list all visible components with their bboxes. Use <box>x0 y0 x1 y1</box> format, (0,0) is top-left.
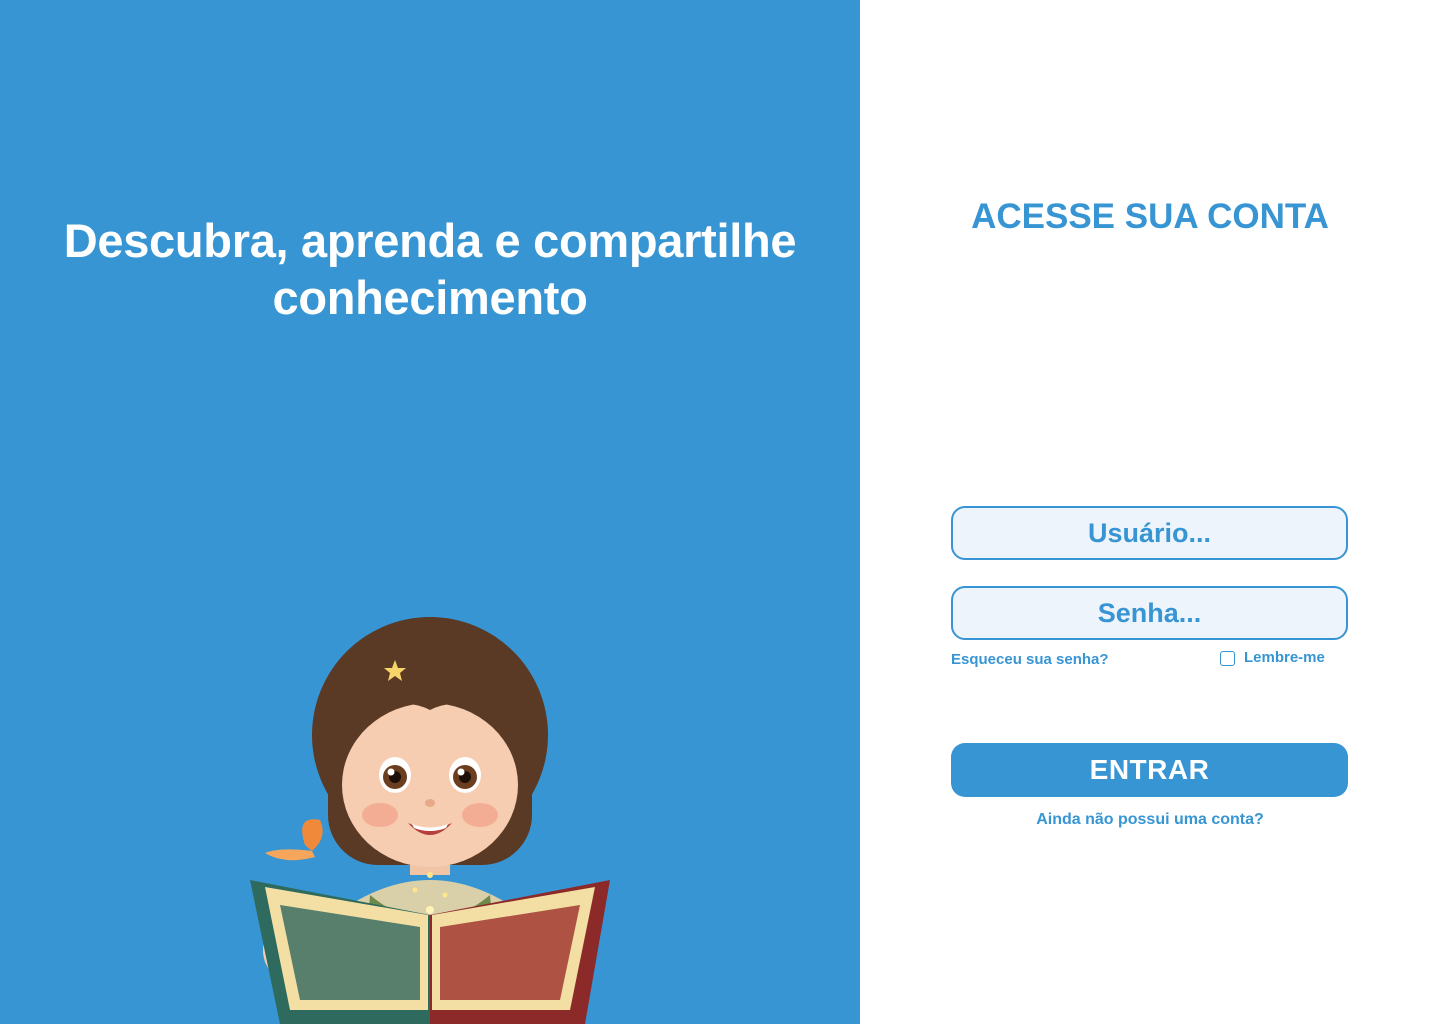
hero-title-line2: conhecimento <box>272 271 588 324</box>
remember-me-toggle[interactable]: Lembre-me <box>1220 649 1325 667</box>
forgot-password-link[interactable]: Esqueceu sua senha? <box>951 651 1109 669</box>
hero-panel: Descubra, aprenda e compartilhe conhecim… <box>0 0 860 1024</box>
password-input[interactable] <box>951 586 1348 640</box>
remember-me-checkbox[interactable] <box>1220 650 1235 666</box>
signup-link[interactable]: Ainda não possui uma conta? <box>860 810 1440 830</box>
login-button[interactable]: ENTRAR <box>951 743 1348 797</box>
hero-title: Descubra, aprenda e compartilhe conhecim… <box>0 212 860 326</box>
username-input[interactable] <box>951 506 1348 560</box>
login-panel: ACESSE SUA CONTA Esqueceu sua senha? Lem… <box>860 0 1440 1024</box>
girl-reading-book-illustration <box>250 617 610 1024</box>
hero-title-line1: Descubra, aprenda e compartilhe <box>63 214 797 267</box>
login-title: ACESSE SUA CONTA <box>971 197 1329 236</box>
remember-me-label: Lembre-me <box>1244 649 1325 666</box>
